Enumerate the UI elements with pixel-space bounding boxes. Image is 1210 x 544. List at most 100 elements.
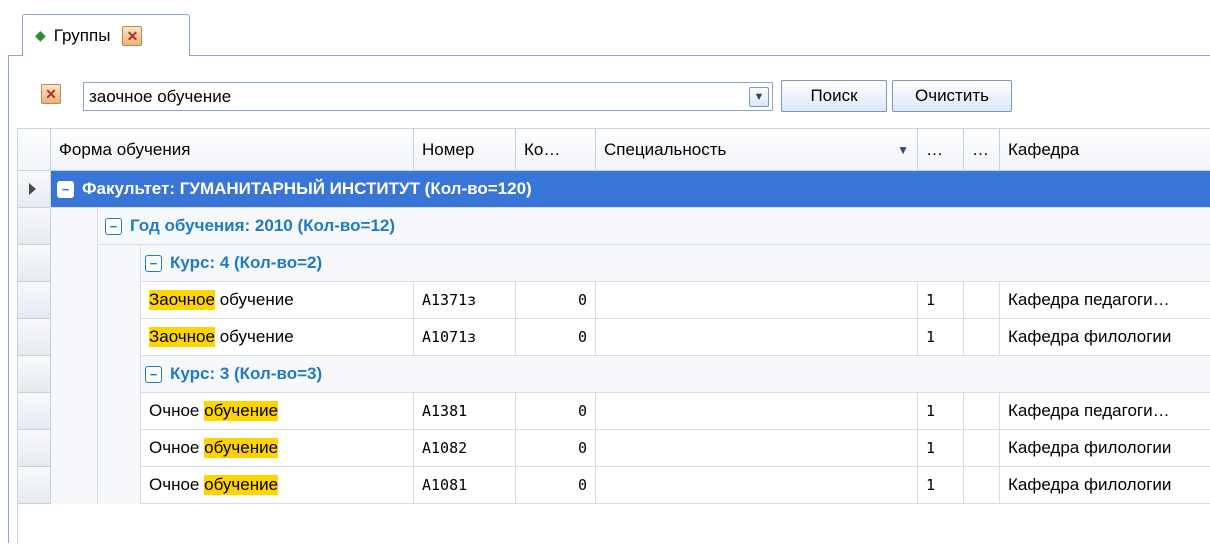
cell-col6[interactable] xyxy=(964,282,1000,318)
indent xyxy=(51,245,98,282)
indent xyxy=(51,393,98,430)
tab-groups[interactable]: ◆ Группы ✕ xyxy=(22,14,190,56)
column-header-5[interactable]: … xyxy=(918,129,964,170)
indent xyxy=(98,356,141,393)
group-course3-label: Курс: 3 (Кол-во=3) xyxy=(170,364,323,383)
row-indicator[interactable] xyxy=(18,282,51,319)
filter-combobox[interactable]: заочное обучение ▼ xyxy=(83,82,773,111)
group-course4-content: − Курс: 4 (Кол-во=2) xyxy=(145,245,322,282)
column-header-specialty[interactable]: Специальность ▼ xyxy=(596,129,918,170)
cell-department[interactable]: Кафедра филологии xyxy=(1000,319,1210,355)
close-icon[interactable]: ✕ xyxy=(122,25,143,46)
current-row-arrow-icon xyxy=(29,183,36,195)
group-row-course-4[interactable]: − Курс: 4 (Кол-во=2) xyxy=(51,245,1210,282)
collapse-icon[interactable]: − xyxy=(105,217,122,235)
filter-input[interactable]: заочное обучение xyxy=(84,87,749,107)
indent xyxy=(51,430,98,467)
cell-specialty[interactable] xyxy=(596,393,918,429)
column-header-6[interactable]: … xyxy=(964,129,1000,170)
cell-specialty[interactable] xyxy=(596,282,918,318)
cell-department[interactable]: Кафедра педагоги… xyxy=(1000,393,1210,429)
cell-col5[interactable]: 1 xyxy=(918,467,964,503)
chevron-down-icon[interactable]: ▼ xyxy=(749,86,769,107)
clear-filter-icon[interactable]: ✕ xyxy=(41,84,61,104)
row-indicator[interactable] xyxy=(18,245,51,282)
cell-number[interactable]: А1081 xyxy=(414,467,516,503)
column-header-form[interactable]: Форма обучения xyxy=(51,129,414,170)
cell-count[interactable]: 0 xyxy=(516,430,596,466)
row-indicator[interactable] xyxy=(18,208,51,245)
cell-form[interactable]: Очное обучение xyxy=(141,430,414,466)
table-row[interactable]: Очное обучение А1082 0 1 Кафедра филолог… xyxy=(51,430,1210,467)
cell-col6[interactable] xyxy=(964,319,1000,355)
clear-button[interactable]: Очистить xyxy=(892,80,1012,112)
cell-form-text: обучение xyxy=(214,327,294,346)
group-year-content: − Год обучения: 2010 (Кол-во=12) xyxy=(105,208,395,245)
indent xyxy=(51,208,98,245)
cell-col5[interactable]: 1 xyxy=(918,393,964,429)
table-row[interactable]: Заочное обучение А1071з 0 1 Кафедра фило… xyxy=(51,319,1210,356)
sort-desc-icon: ▼ xyxy=(897,142,909,157)
row-indicator[interactable] xyxy=(18,393,51,430)
cell-col6[interactable] xyxy=(964,467,1000,503)
search-highlight: обучение xyxy=(204,475,279,495)
group-course3-content: − Курс: 3 (Кол-во=3) xyxy=(145,356,322,393)
indent xyxy=(51,356,98,393)
cell-count[interactable]: 0 xyxy=(516,282,596,318)
column-header-count[interactable]: Ко… xyxy=(516,129,596,170)
cell-number[interactable]: А1381 xyxy=(414,393,516,429)
search-highlight: обучение xyxy=(204,401,279,421)
group-row-course-3[interactable]: − Курс: 3 (Кол-во=3) xyxy=(51,356,1210,393)
indent xyxy=(51,467,98,504)
column-header-department[interactable]: Кафедра xyxy=(1000,129,1210,170)
search-highlight: Заочное xyxy=(149,327,215,347)
tab-label: Группы xyxy=(53,25,111,45)
indent xyxy=(98,282,141,319)
cell-form[interactable]: Очное обучение xyxy=(141,467,414,503)
collapse-icon[interactable]: − xyxy=(145,365,162,383)
cell-col6[interactable] xyxy=(964,393,1000,429)
indent xyxy=(51,282,98,319)
cell-specialty[interactable] xyxy=(596,467,918,503)
cell-form[interactable]: Очное обучение xyxy=(141,393,414,429)
group-row-year[interactable]: − Год обучения: 2010 (Кол-во=12) xyxy=(51,208,1210,245)
table-row[interactable]: Очное обучение А1081 0 1 Кафедра филолог… xyxy=(51,467,1210,504)
cell-specialty[interactable] xyxy=(596,430,918,466)
cell-department[interactable]: Кафедра филологии xyxy=(1000,467,1210,503)
indent xyxy=(98,430,141,467)
cell-number[interactable]: А1071з xyxy=(414,319,516,355)
groups-panel: ✕ заочное обучение ▼ Поиск Очистить Форм… xyxy=(8,55,1210,544)
cell-number[interactable]: А1371з xyxy=(414,282,516,318)
column-header-specialty-label: Специальность xyxy=(604,139,727,159)
group-faculty-label: Факультет: ГУМАНИТАРНЫЙ ИНСТИТУТ (Кол-во… xyxy=(82,179,532,198)
cell-form[interactable]: Заочное обучение xyxy=(141,282,414,318)
cell-number[interactable]: А1082 xyxy=(414,430,516,466)
cell-specialty[interactable] xyxy=(596,319,918,355)
row-indicator-current[interactable] xyxy=(18,171,51,208)
collapse-icon[interactable]: − xyxy=(57,180,74,198)
row-indicator[interactable] xyxy=(18,319,51,356)
cell-col6[interactable] xyxy=(964,430,1000,466)
group-row-faculty[interactable]: − Факультет: ГУМАНИТАРНЫЙ ИНСТИТУТ (Кол-… xyxy=(51,171,1210,208)
grid-header: Форма обучения Номер Ко… Специальность ▼… xyxy=(18,129,1210,171)
cell-count[interactable]: 0 xyxy=(516,393,596,429)
search-button[interactable]: Поиск xyxy=(781,80,887,112)
row-indicator[interactable] xyxy=(18,356,51,393)
cell-department[interactable]: Кафедра педагоги… xyxy=(1000,282,1210,318)
cell-col5[interactable]: 1 xyxy=(918,282,964,318)
cell-col5[interactable]: 1 xyxy=(918,430,964,466)
indent xyxy=(98,245,141,282)
cell-department[interactable]: Кафедра филологии xyxy=(1000,430,1210,466)
column-header-number[interactable]: Номер xyxy=(414,129,516,170)
table-row[interactable]: Очное обучение А1381 0 1 Кафедра педагог… xyxy=(51,393,1210,430)
cell-count[interactable]: 0 xyxy=(516,467,596,503)
row-indicator[interactable] xyxy=(18,430,51,467)
cell-col5[interactable]: 1 xyxy=(918,319,964,355)
table-row[interactable]: Заочное обучение А1371з 0 1 Кафедра педа… xyxy=(51,282,1210,319)
row-indicator[interactable] xyxy=(18,467,51,504)
indent xyxy=(51,319,98,356)
cell-count[interactable]: 0 xyxy=(516,319,596,355)
cell-form[interactable]: Заочное обучение xyxy=(141,319,414,355)
group-course4-label: Курс: 4 (Кол-во=2) xyxy=(170,253,323,272)
collapse-icon[interactable]: − xyxy=(145,254,162,272)
